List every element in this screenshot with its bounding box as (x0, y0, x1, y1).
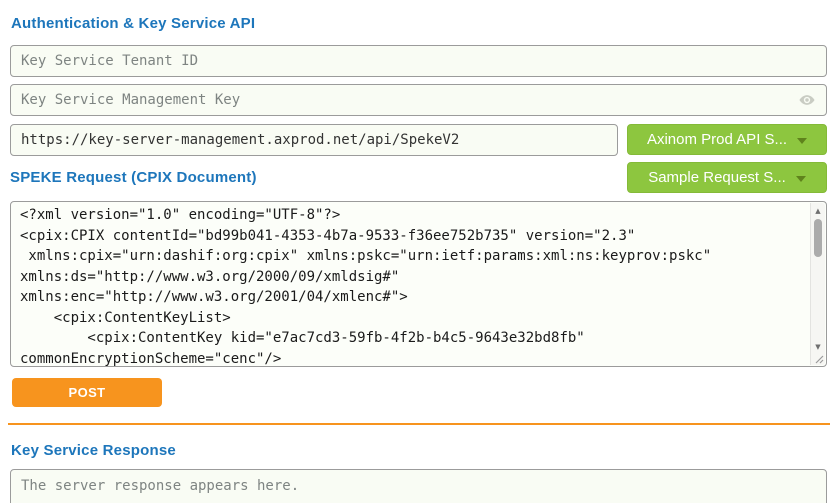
request-section-title: SPEKE Request (CPIX Document) (10, 168, 257, 187)
sample-request-dropdown-label: Sample Request S... (648, 169, 786, 186)
response-section-title: Key Service Response (11, 441, 827, 460)
response-textarea[interactable] (10, 469, 827, 503)
post-button[interactable]: POST (12, 378, 162, 407)
scrollbar-thumb[interactable] (814, 219, 822, 257)
request-heading-row: SPEKE Request (CPIX Document) Sample Req… (10, 162, 827, 193)
scrollbar-up-arrow-icon[interactable]: ▲ (811, 205, 825, 217)
cpix-request-textarea[interactable]: <?xml version="1.0" encoding="UTF-8"?> <… (10, 201, 827, 367)
sample-request-dropdown-button[interactable]: Sample Request S... (627, 162, 827, 193)
chevron-down-icon (796, 176, 806, 182)
cpix-textarea-wrap: <?xml version="1.0" encoding="UTF-8"?> <… (10, 201, 827, 367)
scrollbar-down-arrow-icon[interactable]: ▼ (811, 341, 825, 353)
chevron-down-icon (797, 138, 807, 144)
api-server-dropdown-label: Axinom Prod API S... (647, 131, 787, 148)
eye-icon[interactable] (798, 91, 816, 109)
resize-grip-icon[interactable] (814, 354, 824, 364)
page-title: Authentication & Key Service API (11, 14, 827, 33)
management-key-field-wrap (10, 84, 827, 116)
textarea-scrollbar[interactable]: ▲ ▼ (810, 203, 825, 365)
section-divider (8, 423, 830, 425)
speke-api-test-page: Authentication & Key Service API Axinom … (0, 14, 839, 503)
api-url-row: Axinom Prod API S... (10, 124, 827, 156)
tenant-id-field-wrap (10, 45, 827, 77)
api-url-input[interactable] (10, 124, 618, 156)
api-server-dropdown-button[interactable]: Axinom Prod API S... (627, 124, 827, 155)
tenant-id-input[interactable] (10, 45, 827, 77)
management-key-input[interactable] (10, 84, 827, 116)
